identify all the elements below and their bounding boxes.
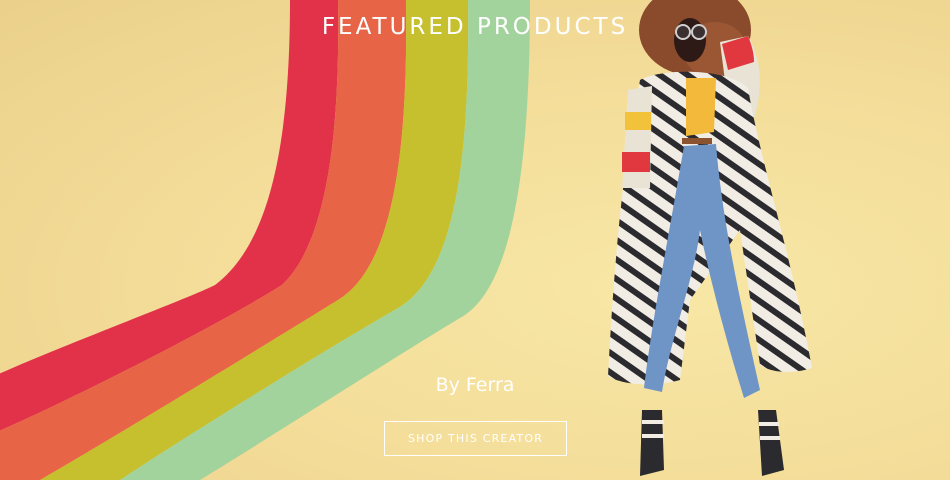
belt (682, 138, 712, 144)
page-title: FEATURED PRODUCTS (321, 14, 629, 40)
right-boot (758, 410, 784, 476)
left-boot (640, 410, 664, 476)
sweater (686, 78, 716, 136)
creator-byline: By Ferra (435, 374, 515, 396)
featured-products-banner: FEATURED PRODUCTS By Ferra SHOP THIS CRE… (0, 0, 950, 480)
model-illustration (608, 0, 812, 476)
left-sleeve (622, 86, 652, 188)
shop-this-creator-button[interactable]: SHOP THIS CREATOR (384, 421, 567, 456)
